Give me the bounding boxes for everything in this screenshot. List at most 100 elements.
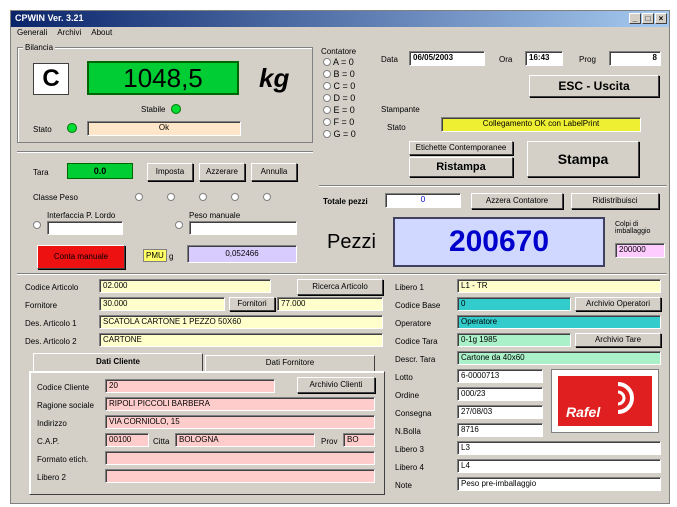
city-label: Citta bbox=[153, 437, 170, 446]
tab-client[interactable]: Dati Cliente bbox=[33, 353, 203, 371]
stable-led-icon bbox=[171, 104, 181, 114]
client-code-label: Codice Cliente bbox=[37, 383, 90, 392]
scale-group-label: Bilancia bbox=[23, 43, 56, 52]
menu-archivi[interactable]: Archivi bbox=[57, 28, 81, 40]
tare-code-label: Codice Tara bbox=[395, 337, 438, 346]
free3-label: Libero 3 bbox=[395, 445, 424, 454]
minimize-button[interactable]: _ bbox=[629, 13, 641, 24]
client-code-field[interactable]: 20 bbox=[105, 379, 275, 393]
gross-radio[interactable] bbox=[33, 221, 41, 229]
gross-label: Interfaccia P. Lordo bbox=[47, 211, 116, 220]
free4-field[interactable]: L4 bbox=[457, 459, 661, 473]
free3-field[interactable]: L3 bbox=[457, 441, 661, 455]
zip-label: C.A.P. bbox=[37, 437, 60, 446]
article-desc2-label: Des. Articolo 2 bbox=[25, 337, 77, 346]
weigh-class-radio-1[interactable] bbox=[135, 193, 143, 201]
menu-bar: Generali Archivi About bbox=[11, 28, 669, 40]
zip-field[interactable]: 00100 bbox=[105, 433, 149, 447]
supplier-field[interactable]: 30.000 bbox=[99, 297, 225, 311]
free1-field[interactable]: L1 - TR bbox=[457, 279, 661, 293]
pieces-display: 200670 bbox=[393, 217, 605, 267]
reprint-button[interactable]: Ristampa bbox=[409, 157, 513, 177]
maximize-button[interactable]: □ bbox=[642, 13, 654, 24]
tare-desc-field[interactable]: Cartone da 40x60 bbox=[457, 351, 661, 365]
tare-code-field[interactable]: 0-1g 1985 bbox=[457, 333, 571, 347]
client-archive-button[interactable]: Archivio Clienti bbox=[297, 377, 375, 393]
date-field: 06/05/2003 bbox=[409, 51, 485, 66]
packs-label: Colpi di imballaggio bbox=[615, 221, 651, 235]
menu-generali[interactable]: Generali bbox=[17, 28, 47, 40]
contatore-item-label: C = 0 bbox=[333, 81, 356, 91]
notes-field[interactable]: Peso pre-imballaggio bbox=[457, 477, 661, 491]
contatore-item[interactable]: D = 0 bbox=[323, 93, 355, 103]
redistribute-button[interactable]: Ridistribuisci bbox=[571, 193, 659, 209]
weigh-class-radio-3[interactable] bbox=[199, 193, 207, 201]
pieces-label: Pezzi bbox=[327, 231, 376, 253]
article-desc1-field[interactable]: SCATOLA CARTONE 1 PEZZO 50X60 bbox=[99, 315, 383, 329]
contatore-label: Contatore bbox=[321, 47, 357, 56]
city-field[interactable]: BOLOGNA bbox=[175, 433, 315, 447]
gross-field[interactable] bbox=[47, 221, 123, 235]
search-article-button[interactable]: Ricerca Articolo bbox=[297, 279, 383, 295]
bill-number-label: N.Bolla bbox=[395, 427, 421, 436]
tare-archive-button[interactable]: Archivio Tare bbox=[575, 333, 661, 347]
weight-unit: kg bbox=[259, 63, 290, 93]
printer-status-label: Stato bbox=[387, 123, 406, 132]
operators-archive-button[interactable]: Archivio Operatori bbox=[575, 297, 661, 311]
manual-field[interactable] bbox=[189, 221, 297, 235]
tare-set-button[interactable]: Imposta bbox=[147, 163, 193, 181]
weigh-class-radio-5[interactable] bbox=[263, 193, 271, 201]
free4-label: Libero 4 bbox=[395, 463, 424, 472]
order-field[interactable]: 000/23 bbox=[457, 387, 543, 401]
totals-label: Totale pezzi bbox=[323, 197, 368, 206]
tab-supplier[interactable]: Dati Fornitore bbox=[205, 355, 375, 371]
contatore-item[interactable]: G = 0 bbox=[323, 129, 356, 139]
contatore-item-label: G = 0 bbox=[333, 129, 356, 139]
prov-label: Prov bbox=[321, 437, 338, 446]
printer-status-field: Collegamento OK con LabelPrint bbox=[441, 117, 641, 132]
address-field[interactable]: VIA CORNIOLO, 15 bbox=[105, 415, 375, 429]
unit-weight-tag: g bbox=[169, 252, 174, 261]
contatore-item[interactable]: E = 0 bbox=[323, 105, 355, 115]
operator-field[interactable]: Operatore bbox=[457, 315, 661, 329]
contatore-item-label: D = 0 bbox=[333, 93, 356, 103]
article-desc2-field[interactable]: CARTONE bbox=[99, 333, 383, 347]
bill-number-field[interactable]: 8716 bbox=[457, 423, 543, 437]
labels-button[interactable]: Etichette Contemporanee bbox=[409, 141, 513, 155]
tare-cancel-button[interactable]: Annulla bbox=[251, 163, 297, 181]
menu-about[interactable]: About bbox=[91, 28, 112, 40]
lot-field[interactable]: 6-0000713 bbox=[457, 369, 543, 383]
date-label: Data bbox=[381, 55, 398, 64]
contatore-item[interactable]: A = 0 bbox=[323, 57, 354, 67]
contatore-item[interactable]: B = 0 bbox=[323, 69, 355, 79]
tab-client-label: Dati Cliente bbox=[95, 357, 140, 366]
weigh-class-radio-4[interactable] bbox=[231, 193, 239, 201]
exit-button[interactable]: ESC - Uscita bbox=[529, 75, 659, 97]
tare-zero-button[interactable]: Azzerare bbox=[199, 163, 245, 181]
print-button[interactable]: Stampa bbox=[527, 141, 639, 177]
company-name-field[interactable]: RIPOLI PICCOLI BARBERA bbox=[105, 397, 375, 411]
article-code-label: Codice Articolo bbox=[25, 283, 79, 292]
manual-count-button[interactable]: Conta manuale bbox=[37, 245, 125, 269]
contatore-item[interactable]: C = 0 bbox=[323, 81, 355, 91]
manual-radio[interactable] bbox=[175, 221, 183, 229]
label-format-field[interactable] bbox=[105, 451, 375, 465]
delivery-field[interactable]: 27/08/03 bbox=[457, 405, 543, 419]
unit-weight-field: 0,052466 bbox=[187, 245, 297, 263]
rafel-logo-icon bbox=[558, 376, 652, 426]
prov-field[interactable]: BO bbox=[343, 433, 375, 447]
contatore-item[interactable]: F = 0 bbox=[323, 117, 354, 127]
notes-label: Note bbox=[395, 481, 412, 490]
free2-field[interactable] bbox=[105, 469, 375, 483]
suppliers-button[interactable]: Fornitori bbox=[229, 297, 275, 311]
contatore-item-label: B = 0 bbox=[333, 69, 355, 79]
close-button[interactable]: × bbox=[655, 13, 667, 24]
base-code-field[interactable]: 0 bbox=[457, 297, 571, 311]
weigh-class-radio-2[interactable] bbox=[167, 193, 175, 201]
supplier-extra-field[interactable]: 77.000 bbox=[277, 297, 383, 311]
label-format-label: Formato etich. bbox=[37, 455, 89, 464]
operator-label: Operatore bbox=[395, 319, 432, 328]
supplier-label: Fornitore bbox=[25, 301, 58, 310]
article-code-field[interactable]: 02.000 bbox=[99, 279, 271, 293]
reset-counter-button[interactable]: Azzera Contatore bbox=[471, 193, 563, 209]
